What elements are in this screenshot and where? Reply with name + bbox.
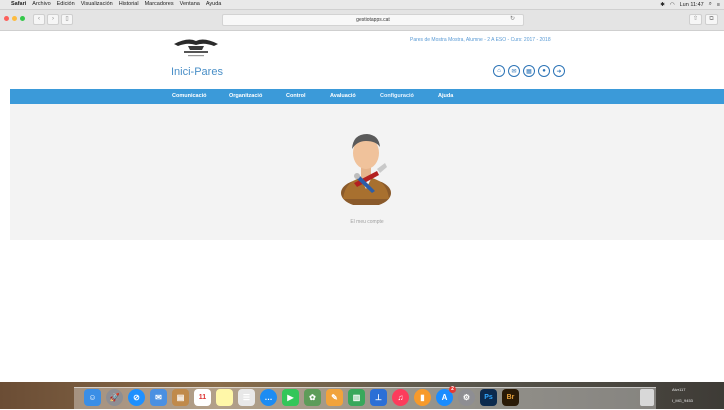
- dock-icons: ☺ 🚀 ⊘ ✉ ▤ 11 ☰ … ▶ ✿ ✎ ▥ ⊥ ♫ ▮ A 2 ⚙ Ps …: [84, 386, 519, 406]
- menu-archivo[interactable]: Archivo: [32, 1, 50, 7]
- nav-avaluacio[interactable]: Avaluació: [330, 93, 356, 99]
- calendar-icon[interactable]: ▦: [523, 65, 535, 77]
- safari-icon[interactable]: ⊘: [128, 389, 145, 406]
- app-store-icon[interactable]: A 2: [436, 386, 456, 406]
- launchpad-icon[interactable]: 🚀: [106, 389, 123, 406]
- menu-ayuda[interactable]: Ayuda: [206, 1, 222, 7]
- nav-ajuda[interactable]: Ajuda: [438, 93, 453, 99]
- trash-icon[interactable]: [640, 389, 654, 406]
- nav-comunicacio[interactable]: Comunicació: [172, 93, 207, 99]
- keynote-icon[interactable]: ⊥: [370, 389, 387, 406]
- photos-icon[interactable]: ✿: [304, 389, 321, 406]
- address-bar[interactable]: gestiotapps.cat: [222, 14, 524, 26]
- app-store-badge: 2: [449, 386, 456, 393]
- menu-marcadores[interactable]: Marcadores: [145, 1, 174, 7]
- sidebar-toggle-icon[interactable]: ▯: [61, 14, 73, 25]
- wifi-icon[interactable]: ◠: [670, 2, 675, 8]
- safari-toolbar: ‹ › ▯ gestiotapps.cat ↻ ⇧ ⧉: [0, 10, 724, 31]
- zoom-window-button[interactable]: [20, 16, 25, 21]
- ibooks-icon[interactable]: ▮: [414, 389, 431, 406]
- contacts-icon[interactable]: ▤: [172, 389, 189, 406]
- photoshop-icon[interactable]: Ps: [480, 389, 497, 406]
- menu-visualizacion[interactable]: Visualización: [81, 1, 113, 7]
- desktop-file-labels: Atvr117 I_MG_9453: [672, 387, 693, 409]
- numbers-icon[interactable]: ▥: [348, 389, 365, 406]
- account-label[interactable]: El meu compte: [322, 219, 412, 225]
- menu-list-icon[interactable]: ≡: [717, 2, 720, 8]
- desktop-file-label[interactable]: I_MG_9453: [672, 398, 693, 403]
- school-logo: [174, 39, 218, 57]
- logout-icon[interactable]: ➜: [553, 65, 565, 77]
- tabs-icon[interactable]: ⧉: [705, 14, 718, 25]
- user-info-text: Pares de Mostra Mostra, Alumne - 2 A ESO…: [410, 37, 551, 43]
- menu-clock[interactable]: Lun 11:47: [680, 2, 704, 8]
- header-icon-group: ⌂ ✉ ▦ ● ➜: [493, 65, 565, 77]
- main-navigation: Comunicació Organització Control Avaluac…: [10, 89, 724, 104]
- menu-edicion[interactable]: Edición: [57, 1, 75, 7]
- notes-icon[interactable]: [216, 389, 233, 406]
- window-controls: [4, 16, 25, 21]
- pages-icon[interactable]: ✎: [326, 389, 343, 406]
- macos-menu-bar: Safari Archivo Edición Visualización His…: [0, 0, 724, 10]
- menu-ventana[interactable]: Ventana: [180, 1, 200, 7]
- reminders-icon[interactable]: ☰: [238, 389, 255, 406]
- system-preferences-icon[interactable]: ⚙: [458, 389, 475, 406]
- site-title[interactable]: Inici-Pares: [171, 66, 223, 78]
- desktop-file-label[interactable]: Atvr117: [672, 387, 693, 392]
- user-icon[interactable]: ●: [538, 65, 550, 77]
- spotlight-icon[interactable]: ⌕: [709, 1, 712, 8]
- home-icon[interactable]: ⌂: [493, 65, 505, 77]
- facetime-icon[interactable]: ▶: [282, 389, 299, 406]
- close-window-button[interactable]: [4, 16, 9, 21]
- messages-app-icon[interactable]: …: [260, 389, 277, 406]
- account-avatar-icon[interactable]: [339, 127, 393, 205]
- share-icon[interactable]: ⇧: [689, 14, 702, 25]
- bluetooth-icon[interactable]: ✱: [660, 2, 665, 8]
- mail-icon[interactable]: ✉: [150, 389, 167, 406]
- back-button[interactable]: ‹: [33, 14, 45, 25]
- nav-organitzacio[interactable]: Organització: [229, 93, 262, 99]
- itunes-icon[interactable]: ♫: [392, 389, 409, 406]
- site-header: [0, 31, 724, 88]
- minimize-window-button[interactable]: [12, 16, 17, 21]
- nav-control[interactable]: Control: [286, 93, 306, 99]
- bridge-icon[interactable]: Br: [502, 389, 519, 406]
- menu-app-safari[interactable]: Safari: [11, 1, 26, 7]
- reload-icon[interactable]: ↻: [510, 15, 515, 22]
- menu-historial[interactable]: Historial: [119, 1, 139, 7]
- nav-configuracio[interactable]: Configuració: [380, 93, 414, 99]
- calendar-app-icon[interactable]: 11: [194, 389, 211, 406]
- messages-icon[interactable]: ✉: [508, 65, 520, 77]
- forward-button[interactable]: ›: [47, 14, 59, 25]
- finder-icon[interactable]: ☺: [84, 389, 101, 406]
